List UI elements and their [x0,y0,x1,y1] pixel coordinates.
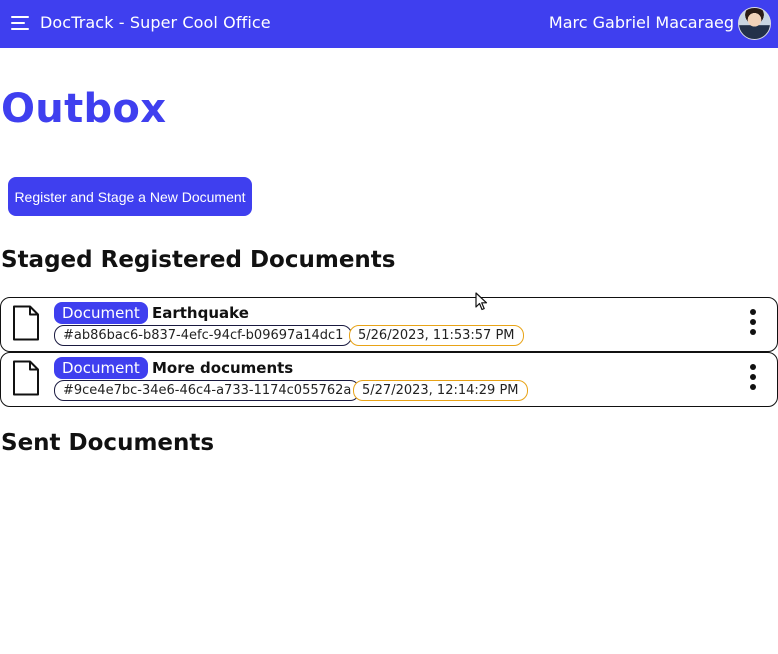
app-title: DocTrack - Super Cool Office [40,13,271,32]
page-title: Outbox [1,86,167,132]
user-avatar[interactable] [738,7,771,40]
document-id-chip: #9ce4e7bc-34e6-46c4-a733-1174c055762a [54,380,361,401]
sent-section-title: Sent Documents [1,430,215,456]
document-card[interactable]: Document Earthquake #ab86bac6-b837-4efc-… [0,297,778,352]
document-date-chip: 5/27/2023, 12:14:29 PM [353,380,528,401]
document-id-chip: #ab86bac6-b837-4efc-94cf-b09697a14dc1 [54,325,353,346]
staged-section-title: Staged Registered Documents [1,247,396,273]
document-icon [13,305,39,341]
mouse-cursor-icon [475,292,488,311]
user-name[interactable]: Marc Gabriel Macaraeg [549,13,734,32]
register-document-button[interactable]: Register and Stage a New Document [8,177,252,216]
document-type-badge: Document [54,302,148,324]
document-name: More documents [152,359,294,377]
hamburger-menu-icon[interactable] [11,15,29,31]
staged-document-list: Document Earthquake #ab86bac6-b837-4efc-… [0,297,778,407]
document-type-badge: Document [54,357,148,379]
more-options-icon[interactable] [749,308,757,338]
more-options-icon[interactable] [749,363,757,393]
document-card[interactable]: Document More documents #9ce4e7bc-34e6-4… [0,352,778,407]
document-icon [13,360,39,396]
document-name: Earthquake [152,304,249,322]
app-header: DocTrack - Super Cool Office Marc Gabrie… [0,0,778,48]
document-date-chip: 5/26/2023, 11:53:57 PM [349,325,524,346]
